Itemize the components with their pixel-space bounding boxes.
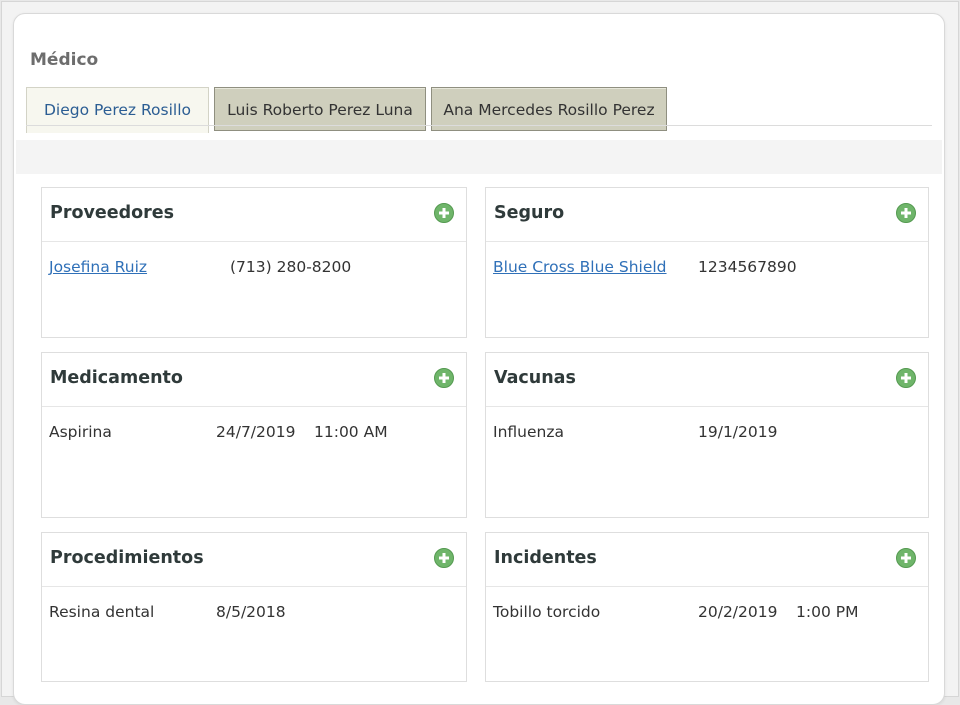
panel-header: Medicamento: [42, 353, 466, 407]
incidents-panel: Incidentes Tobillo torcido 20/2/2019 1:0…: [485, 532, 929, 682]
incident-date: 20/2/2019: [698, 603, 778, 621]
insurance-name-link[interactable]: Blue Cross Blue Shield: [493, 258, 667, 276]
medication-date: 24/7/2019: [216, 423, 296, 441]
tab-divider: [26, 125, 932, 126]
panel-header: Proveedores: [42, 188, 466, 242]
procedure-date: 8/5/2018: [216, 603, 286, 621]
medication-name: Aspirina: [49, 423, 112, 441]
medication-row: Aspirina 24/7/2019 11:00 AM: [42, 423, 466, 443]
panel-title: Proveedores: [50, 203, 175, 223]
procedures-panel: Procedimientos Resina dental 8/5/2018: [41, 532, 467, 682]
plus-circle-icon[interactable]: [434, 368, 454, 388]
plus-circle-icon[interactable]: [434, 548, 454, 568]
panel-header: Incidentes: [486, 533, 928, 587]
insurance-row: Blue Cross Blue Shield 1234567890: [486, 258, 928, 278]
procedure-row: Resina dental 8/5/2018: [42, 603, 466, 623]
provider-row: Josefina Ruiz (713) 280-8200: [42, 258, 466, 278]
plus-circle-icon[interactable]: [896, 548, 916, 568]
plus-circle-icon[interactable]: [434, 203, 454, 223]
panel-header: Seguro: [486, 188, 928, 242]
family-member-tabs: Diego Perez Rosillo Luis Roberto Perez L…: [26, 87, 932, 133]
medical-card: Médico Diego Perez Rosillo Luis Roberto …: [13, 13, 945, 705]
incident-row: Tobillo torcido 20/2/2019 1:00 PM: [486, 603, 928, 623]
medication-panel: Medicamento Aspirina 24/7/2019 11:00 AM: [41, 352, 467, 518]
vaccine-name: Influenza: [493, 423, 564, 441]
section-title: Médico: [30, 50, 99, 70]
vaccines-panel: Vacunas Influenza 19/1/2019: [485, 352, 929, 518]
content-band: [16, 140, 942, 174]
panel-title: Procedimientos: [50, 548, 204, 568]
provider-phone: (713) 280-8200: [230, 258, 352, 276]
plus-circle-icon[interactable]: [896, 368, 916, 388]
panel-title: Medicamento: [50, 368, 183, 388]
panel-title: Seguro: [494, 203, 565, 223]
incident-time: 1:00 PM: [796, 603, 859, 621]
panel-header: Vacunas: [486, 353, 928, 407]
insurance-panel: Seguro Blue Cross Blue Shield 1234567890: [485, 187, 929, 338]
panel-header: Procedimientos: [42, 533, 466, 587]
insurance-number: 1234567890: [698, 258, 797, 276]
medication-time: 11:00 AM: [314, 423, 388, 441]
incident-name: Tobillo torcido: [493, 603, 601, 621]
provider-name-link[interactable]: Josefina Ruiz: [49, 258, 147, 276]
providers-panel: Proveedores Josefina Ruiz (713) 280-8200: [41, 187, 467, 338]
panel-title: Incidentes: [494, 548, 597, 568]
plus-circle-icon[interactable]: [896, 203, 916, 223]
procedure-name: Resina dental: [49, 603, 155, 621]
tab-diego-perez-rosillo[interactable]: Diego Perez Rosillo: [26, 87, 209, 133]
vaccine-row: Influenza 19/1/2019: [486, 423, 928, 443]
vaccine-date: 19/1/2019: [698, 423, 778, 441]
panel-title: Vacunas: [494, 368, 576, 388]
